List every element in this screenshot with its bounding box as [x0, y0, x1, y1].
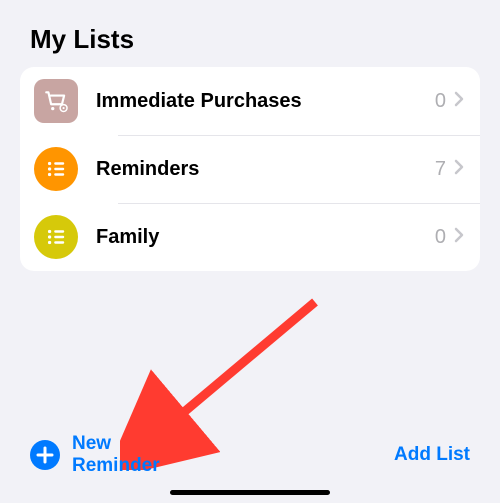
list-count: 0	[435, 90, 446, 113]
list-count: 7	[435, 158, 446, 181]
chevron-right-icon	[454, 159, 464, 180]
lists-card: Immediate Purchases 0 Reminders 7	[20, 67, 480, 271]
cart-settings-icon	[34, 79, 78, 123]
list-row-family[interactable]: Family 0	[20, 203, 480, 271]
list-row-reminders[interactable]: Reminders 7	[20, 135, 480, 203]
plus-circle-icon	[30, 440, 60, 470]
chevron-right-icon	[454, 227, 464, 248]
list-icon	[34, 215, 78, 259]
bottom-bar: New Reminder Add List	[0, 433, 500, 477]
home-indicator[interactable]	[170, 490, 330, 495]
new-reminder-label: New Reminder	[72, 433, 172, 477]
list-name: Reminders	[96, 158, 435, 181]
list-name: Family	[96, 226, 435, 249]
new-reminder-button[interactable]: New Reminder	[30, 433, 172, 477]
list-name: Immediate Purchases	[96, 90, 435, 113]
chevron-right-icon	[454, 91, 464, 112]
list-icon	[34, 147, 78, 191]
add-list-button[interactable]: Add List	[394, 444, 470, 466]
list-count: 0	[435, 226, 446, 249]
list-row-immediate-purchases[interactable]: Immediate Purchases 0	[20, 67, 480, 135]
section-title: My Lists	[0, 0, 500, 67]
